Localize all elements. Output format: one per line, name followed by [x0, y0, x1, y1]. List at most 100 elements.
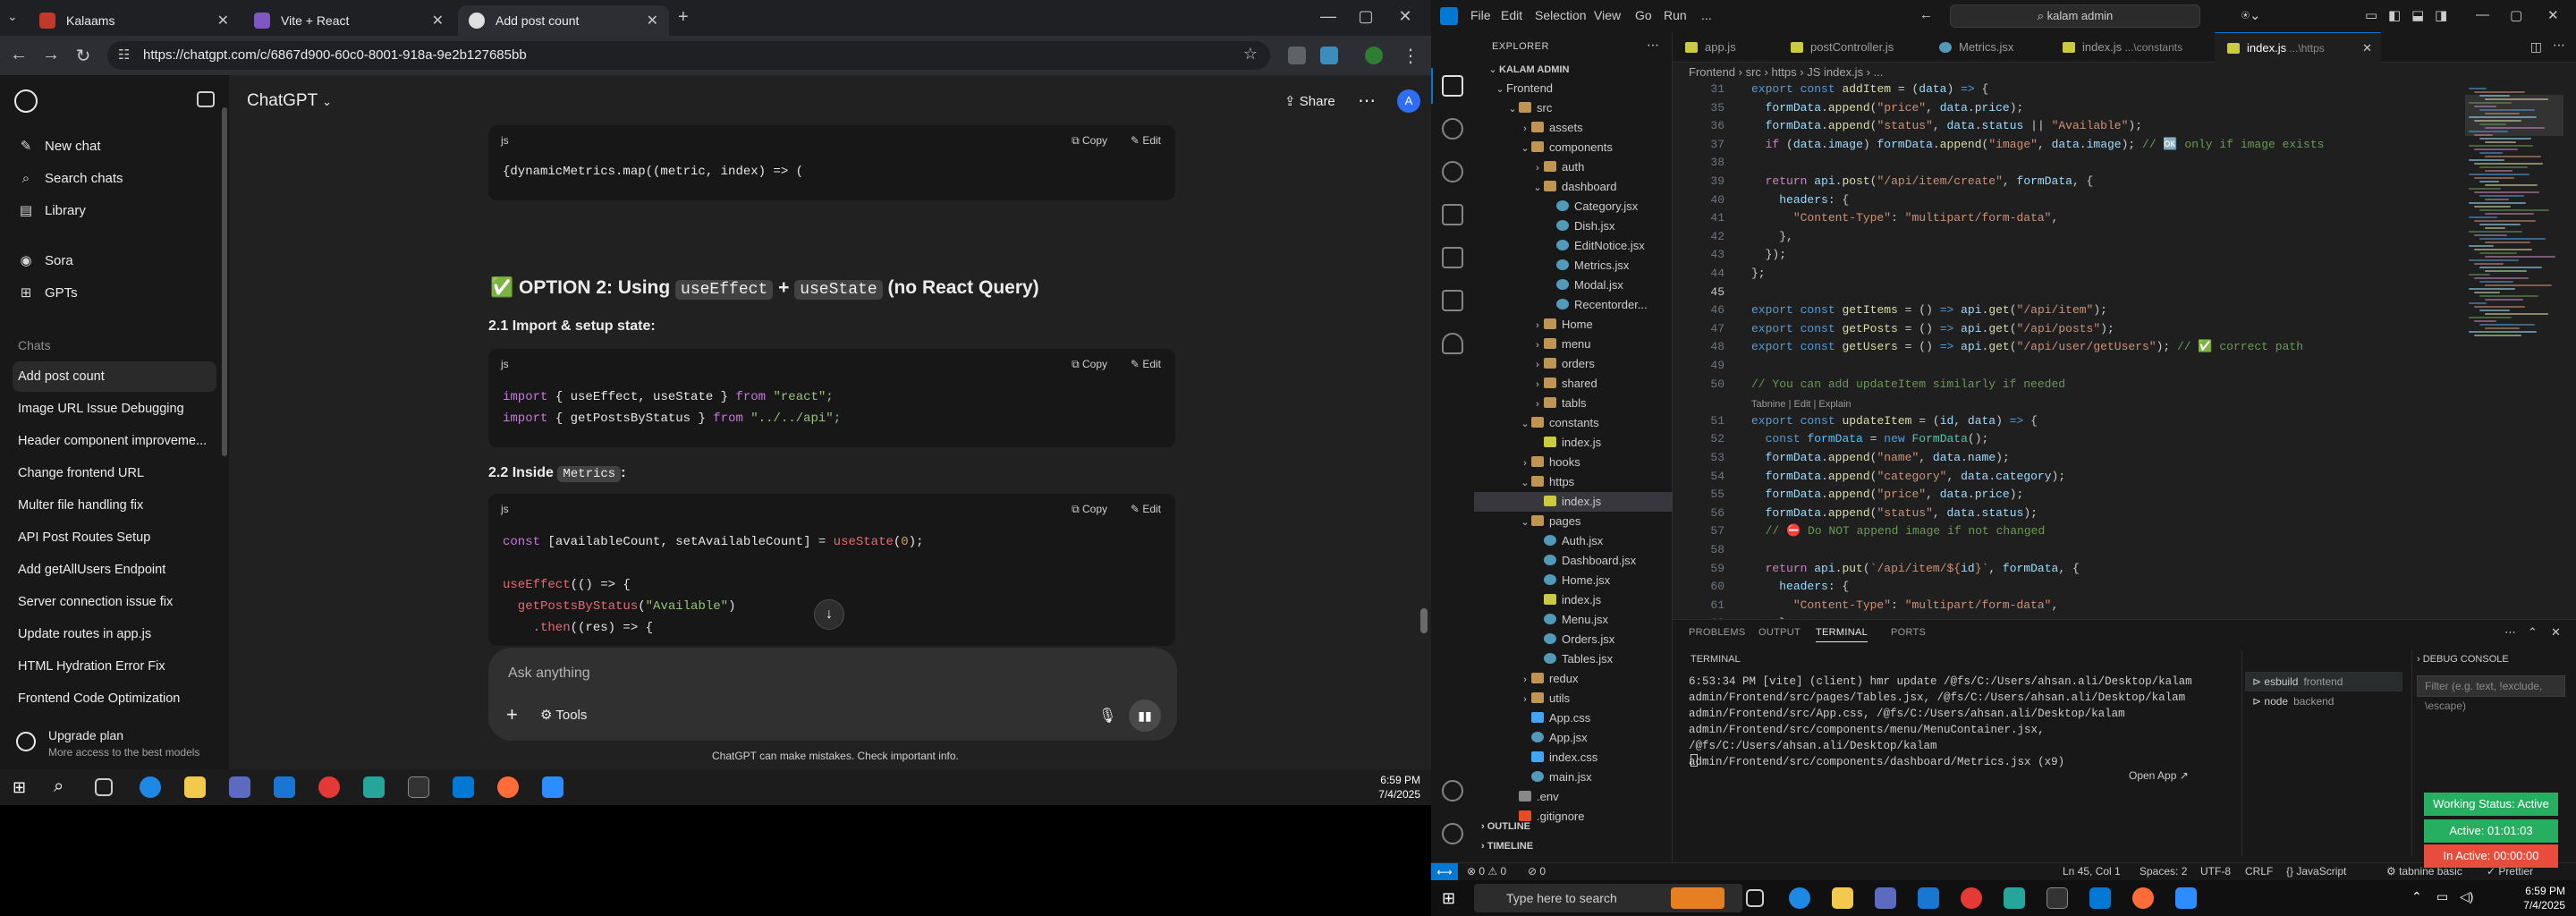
tree-folder[interactable]: › redux	[1474, 669, 1673, 689]
tree-folder[interactable]: ⌄ https	[1474, 472, 1673, 492]
browser-tab-kalaams[interactable]: Kalaams ✕	[29, 5, 240, 36]
chat-history-item[interactable]: Change frontend URL	[13, 458, 216, 488]
code-line[interactable]: },	[1751, 230, 1793, 243]
chat-history-item[interactable]: Server connection issue fix	[13, 587, 216, 617]
profile-avatar[interactable]	[1365, 47, 1383, 64]
voice-mode-icon[interactable]: ▮▮	[1129, 700, 1161, 732]
taskbar-clock[interactable]: 6:59 PM 7/4/2025	[2523, 884, 2565, 912]
edit-code-button[interactable]: ✎ Edit	[1131, 134, 1161, 147]
sidebar-item-sora[interactable]: ◉ Sora	[13, 245, 216, 276]
chat-history-item[interactable]: Update routes in app.js	[13, 619, 216, 649]
minimize-button[interactable]: —	[2476, 7, 2489, 22]
chat-history-item[interactable]: API Post Routes Setup	[13, 522, 216, 553]
code-line[interactable]: formData.append("price", data.price);	[1751, 488, 2024, 501]
mail-icon[interactable]	[1918, 887, 1939, 909]
chrome-icon[interactable]	[1961, 887, 1982, 909]
menu-view[interactable]: View	[1594, 8, 1621, 22]
url-text[interactable]: https://chatgpt.com/c/6867d900-60c0-8001…	[143, 47, 527, 63]
terminal-item-esbuild[interactable]: ⊳ esbuild frontend	[2245, 672, 2402, 691]
code-line[interactable]: export const getUsers = () => api.get("/…	[1751, 340, 2303, 353]
store-icon[interactable]	[229, 776, 250, 798]
tree-file[interactable]: index.js	[1474, 590, 1673, 610]
panel-tab-output[interactable]: OUTPUT	[1758, 627, 1801, 638]
address-bar[interactable]: ☷ https://chatgpt.com/c/6867d900-60c0-80…	[107, 41, 1270, 70]
zoom-icon[interactable]	[2175, 887, 2197, 909]
network-icon[interactable]: ▭	[2436, 889, 2448, 904]
code-line[interactable]: headers: {	[1751, 580, 1849, 593]
store-icon[interactable]	[1875, 887, 1896, 909]
maximize-button[interactable]: ▢	[2510, 7, 2522, 23]
tree-folder[interactable]: › hooks	[1474, 453, 1673, 472]
terminal-item-node[interactable]: ⊳ node backend	[2245, 691, 2402, 711]
code-line[interactable]: const formData = new FormData();	[1751, 432, 1989, 445]
tree-file[interactable]: index.js	[1474, 492, 1673, 512]
tree-folder[interactable]: › auth	[1474, 157, 1673, 177]
tree-folder[interactable]: ⌄ pages	[1474, 512, 1673, 531]
toggle-sidebar-icon[interactable]: ◧	[2388, 7, 2401, 23]
nav-back-icon[interactable]: ←	[1919, 7, 1933, 22]
menu-run[interactable]: Run	[1664, 8, 1687, 22]
menu-edit[interactable]: Edit	[1501, 8, 1522, 22]
bookmark-star-icon[interactable]: ☆	[1243, 45, 1258, 64]
postman-icon[interactable]	[497, 776, 519, 798]
tree-folder[interactable]: › orders	[1474, 354, 1673, 374]
code-line[interactable]: formData.append("category", data.categor…	[1751, 470, 2066, 483]
open-app-link[interactable]: Open App ↗	[2129, 769, 2189, 782]
close-panel-icon[interactable]: ✕	[2551, 625, 2561, 640]
tree-file[interactable]: Home.jsx	[1474, 571, 1673, 590]
code-line[interactable]: formData.append("price", data.price);	[1751, 101, 2024, 114]
back-arrow-icon[interactable]: ←	[7, 45, 30, 65]
tree-file[interactable]: App.css	[1474, 708, 1673, 728]
tab-metrics-jsx[interactable]: Metrics.jsx	[1927, 32, 2050, 63]
tree-folder[interactable]: ⌄ constants	[1474, 413, 1673, 433]
minimize-button[interactable]: —	[1315, 7, 1342, 26]
inactive-time-pill[interactable]: In Active: 00:00:00	[2424, 844, 2558, 868]
code-line[interactable]: export const addItem = (data) => {	[1751, 82, 1988, 96]
volume-icon[interactable]: ◁)	[2460, 889, 2473, 904]
close-icon[interactable]: ✕	[2362, 33, 2372, 64]
postman-icon[interactable]	[2132, 887, 2154, 909]
chat-history-item[interactable]: Add post count	[13, 361, 216, 392]
tree-file[interactable]: Metrics.jsx	[1474, 256, 1673, 276]
edit-code-button[interactable]: ✎ Edit	[1131, 503, 1161, 515]
terminal-icon[interactable]	[2046, 887, 2068, 909]
forward-arrow-icon[interactable]: →	[39, 45, 63, 65]
close-icon[interactable]: ✕	[647, 12, 658, 30]
file-explorer-icon[interactable]	[184, 776, 206, 798]
tree-folder[interactable]: ⌄ KALAM ADMIN	[1474, 59, 1673, 79]
taskbar-clock[interactable]: 6:59 PM 7/4/2025	[1378, 773, 1420, 802]
tree-file[interactable]: Tables.jsx	[1474, 649, 1673, 669]
vscode-icon[interactable]	[453, 776, 474, 798]
sidebar-toggle-icon[interactable]	[197, 91, 215, 107]
code-line[interactable]: // ⛔ Do NOT append image if not changed	[1751, 524, 2046, 538]
code-line[interactable]: headers: {	[1751, 193, 1849, 207]
code-line[interactable]: return api.put(`/api/item/${id}`, formDa…	[1751, 562, 2080, 575]
command-center-search[interactable]: ⌕ kalam admin	[1950, 4, 2200, 28]
remote-explorer-icon[interactable]	[1442, 290, 1463, 311]
chrome-menu-icon[interactable]: ⋮	[1399, 45, 1422, 67]
toggle-secondary-icon[interactable]: ◨	[2435, 7, 2447, 23]
split-editor-icon[interactable]: ◫	[2530, 39, 2542, 55]
close-window-button[interactable]: ✕	[2547, 7, 2559, 23]
chat-history-item[interactable]: HTML Hydration Error Fix	[13, 651, 216, 682]
tree-file[interactable]: Dashboard.jsx	[1474, 551, 1673, 571]
app-icon[interactable]	[2004, 887, 2025, 909]
problems-count[interactable]: ⊗ 0 ⚠ 0	[1467, 865, 1506, 878]
toggle-panel-icon[interactable]: ⬓	[2411, 7, 2424, 23]
extension-icon[interactable]	[1320, 47, 1338, 64]
line-ending[interactable]: CRLF	[2245, 865, 2273, 878]
code-line[interactable]: // You can add updateItem similarly if n…	[1751, 377, 2065, 391]
codelens[interactable]: Tabnine | Edit | Explain	[1751, 399, 1852, 410]
panel-tab-problems[interactable]: PROBLEMS	[1689, 627, 1746, 638]
copy-code-button[interactable]: ⧉ Copy	[1072, 358, 1107, 371]
account-icon[interactable]	[1442, 780, 1463, 802]
maximize-button[interactable]: ▢	[1352, 7, 1379, 26]
code-line[interactable]: "Content-Type": "multipart/form-data",	[1751, 598, 2058, 612]
remote-indicator-icon[interactable]: ⟷	[1431, 863, 1458, 880]
tab-index-constants[interactable]: index.js ...\constants	[2050, 32, 2215, 63]
working-status-pill[interactable]: Working Status: Active	[2424, 793, 2558, 816]
edge-icon[interactable]	[1789, 887, 1810, 909]
tree-file[interactable]: .env	[1474, 787, 1673, 807]
close-icon[interactable]: ✕	[432, 12, 444, 30]
tree-file[interactable]: index.css	[1474, 748, 1673, 768]
